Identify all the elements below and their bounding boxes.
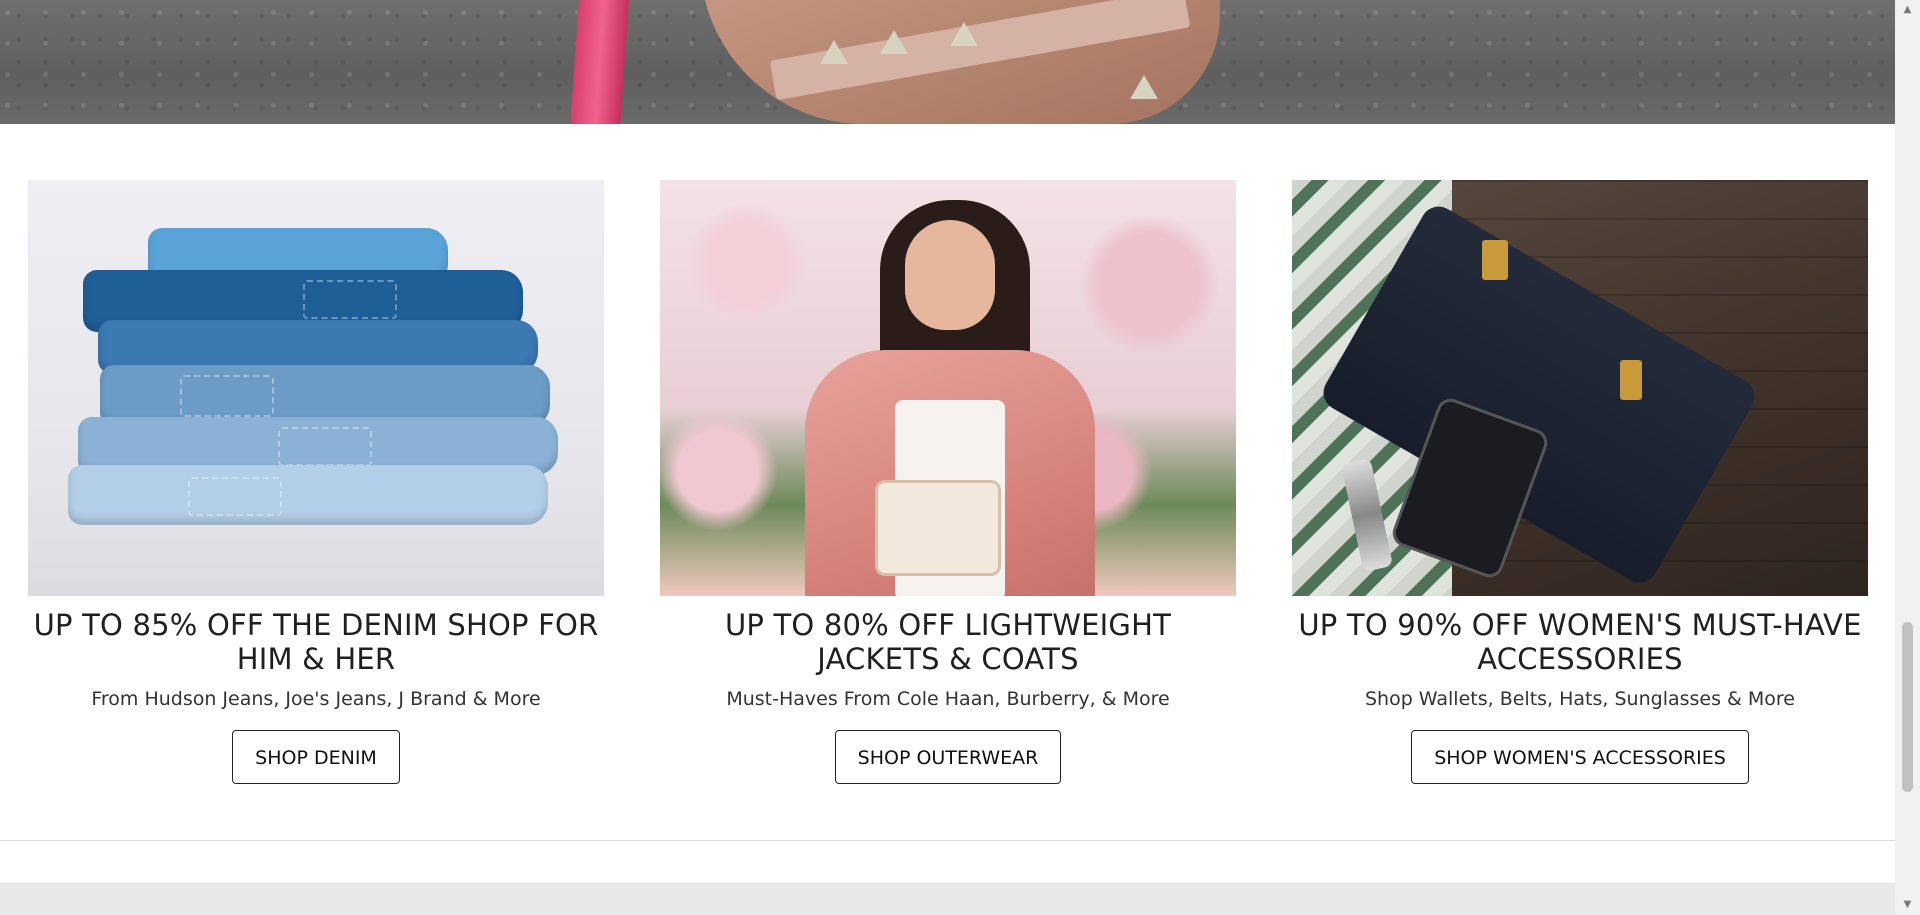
scroll-down-arrow-icon[interactable]: ▼	[1895, 895, 1920, 915]
denim-image[interactable]	[28, 180, 604, 596]
shoe-stud	[1130, 75, 1158, 99]
promo-subtitle: Shop Wallets, Belts, Hats, Sunglasses & …	[1364, 688, 1795, 710]
promo-card-accessories: UP TO 90% OFF WOMEN'S MUST-HAVE ACCESSOR…	[1292, 180, 1868, 784]
promo-title: UP TO 90% OFF WOMEN'S MUST-HAVE ACCESSOR…	[1298, 608, 1862, 676]
shop-womens-accessories-button[interactable]: SHOP WOMEN'S ACCESSORIES	[1411, 730, 1749, 784]
promo-title: UP TO 85% OFF THE DENIM SHOP FOR HIM & H…	[33, 608, 599, 676]
promo-subtitle: Must-Haves From Cole Haan, Burberry, & M…	[726, 688, 1170, 710]
shoe-stud	[950, 22, 978, 46]
hero-banner-image[interactable]	[0, 0, 1895, 124]
footer-band	[0, 883, 1895, 915]
shoe-heel	[570, 0, 630, 124]
accessories-image[interactable]	[1292, 180, 1868, 596]
model-face	[905, 220, 995, 330]
page: UP TO 85% OFF THE DENIM SHOP FOR HIM & H…	[0, 0, 1895, 915]
clutch-corner	[1620, 360, 1642, 400]
shoe-stud	[880, 30, 908, 54]
shoe-stud	[820, 40, 848, 64]
shop-outerwear-button[interactable]: SHOP OUTERWEAR	[834, 730, 1062, 784]
outerwear-image[interactable]	[660, 180, 1236, 596]
promo-card-denim: UP TO 85% OFF THE DENIM SHOP FOR HIM & H…	[28, 180, 604, 784]
clutch-clasp	[1482, 240, 1508, 280]
scroll-up-arrow-icon[interactable]: ▲	[1895, 0, 1920, 20]
promo-subtitle: From Hudson Jeans, Joe's Jeans, J Brand …	[91, 688, 541, 710]
promo-card-outerwear: UP TO 80% OFF LIGHTWEIGHT JACKETS & COAT…	[660, 180, 1236, 784]
floral-handbag	[875, 480, 1001, 576]
shop-denim-button[interactable]: SHOP DENIM	[232, 730, 400, 784]
page-scrollbar[interactable]: ▲ ▼	[1895, 0, 1920, 915]
section-divider	[0, 840, 1895, 841]
scrollbar-thumb[interactable]	[1902, 622, 1913, 792]
jean-fold	[68, 465, 548, 525]
promo-title: UP TO 80% OFF LIGHTWEIGHT JACKETS & COAT…	[724, 608, 1172, 676]
